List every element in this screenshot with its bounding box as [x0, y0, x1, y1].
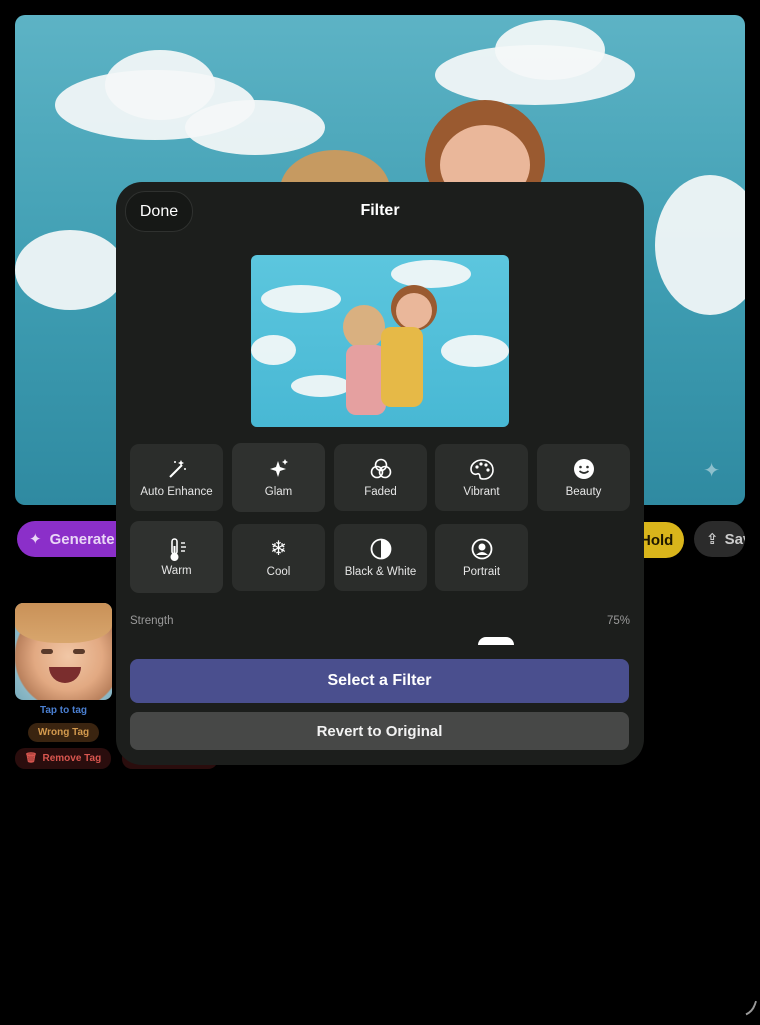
- filter-preview-image: [251, 255, 509, 427]
- strength-value: 75%: [606, 615, 630, 627]
- filter-vibrant[interactable]: Vibrant: [435, 444, 528, 511]
- select-filter-button[interactable]: Select a Filter: [130, 659, 629, 703]
- filter-black-white[interactable]: Black & White: [334, 524, 427, 591]
- palette-icon: [469, 458, 494, 480]
- filter-glam[interactable]: Glam: [232, 443, 325, 512]
- filter-sheet: Done Filter Auto Enhance Glam Faded Vibr…: [116, 182, 644, 765]
- snowflake-icon: ❄: [270, 537, 287, 560]
- share-icon: ⇪: [706, 531, 719, 548]
- remove-tag-button[interactable]: 🗑 Remove Tag: [15, 748, 111, 769]
- strength-slider-thumb[interactable]: [478, 637, 514, 645]
- resize-handle-icon: [728, 993, 758, 1023]
- person-circle-icon: [471, 538, 493, 560]
- filter-faded[interactable]: Faded: [334, 444, 427, 511]
- filter-beauty[interactable]: Beauty: [537, 444, 630, 511]
- filter-cool[interactable]: ❄ Cool: [232, 524, 325, 591]
- revert-to-original-button[interactable]: Revert to Original: [130, 712, 629, 750]
- magic-wand-icon: [166, 458, 188, 480]
- smiley-face-icon: [573, 458, 595, 480]
- wrong-tag-button[interactable]: Wrong Tag: [28, 723, 99, 742]
- overlapping-circles-icon: [370, 458, 392, 480]
- tap-to-tag-link[interactable]: Tap to tag: [15, 705, 112, 716]
- half-circle-icon: [370, 538, 392, 560]
- strength-label: Strength: [130, 615, 174, 627]
- filter-warm[interactable]: Warm: [130, 521, 223, 593]
- thermometer-sun-icon: [165, 537, 189, 561]
- face-thumbnail[interactable]: [15, 603, 112, 700]
- sparkle-icon: ✦: [29, 531, 42, 548]
- sparkles-icon: [268, 458, 290, 480]
- save-button[interactable]: ⇪ Sav: [694, 521, 745, 557]
- sheet-title: Filter: [360, 202, 400, 219]
- sparkle-icon: ✦: [703, 460, 720, 482]
- filter-portrait[interactable]: Portrait: [435, 524, 528, 591]
- trash-icon: 🗑: [24, 753, 38, 764]
- filter-auto-enhance[interactable]: Auto Enhance: [130, 444, 223, 511]
